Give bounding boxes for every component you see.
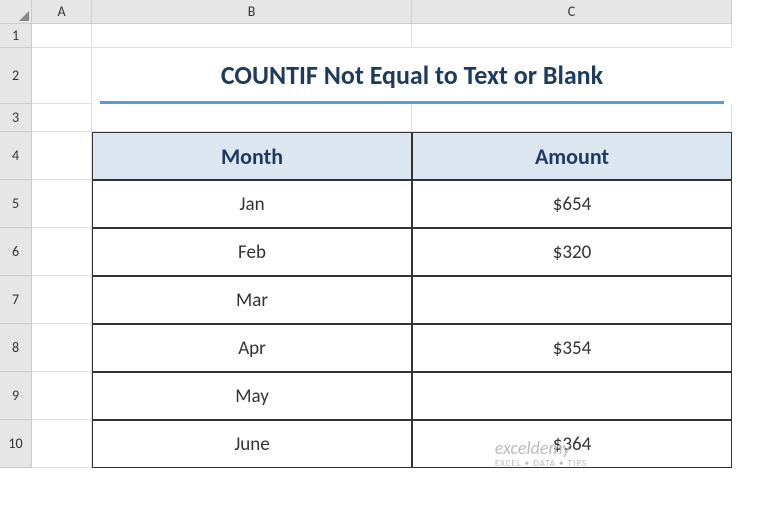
row-header-3[interactable]: 3 xyxy=(0,104,32,132)
cell-a9[interactable] xyxy=(32,372,92,420)
cell-a3[interactable] xyxy=(32,104,92,132)
row-header-1[interactable]: 1 xyxy=(0,24,32,48)
column-header-a[interactable]: A xyxy=(32,0,92,24)
table-row[interactable]: $364 xyxy=(412,420,732,468)
cell-a4[interactable] xyxy=(32,132,92,180)
page-title: COUNTIF Not Equal to Text or Blank xyxy=(100,48,724,104)
row-header-10[interactable]: 10 xyxy=(0,420,32,468)
table-row[interactable]: $320 xyxy=(412,228,732,276)
table-row[interactable]: May xyxy=(92,372,412,420)
table-row[interactable]: $654 xyxy=(412,180,732,228)
cell-a1[interactable] xyxy=(32,24,92,48)
cell-c1[interactable] xyxy=(412,24,732,48)
cell-b1[interactable] xyxy=(92,24,412,48)
table-row[interactable]: June xyxy=(92,420,412,468)
cell-a5[interactable] xyxy=(32,180,92,228)
cell-c3[interactable] xyxy=(412,104,732,132)
table-header-month[interactable]: Month xyxy=(92,132,412,180)
column-header-b[interactable]: B xyxy=(92,0,412,24)
table-row[interactable]: $354 xyxy=(412,324,732,372)
table-header-amount[interactable]: Amount xyxy=(412,132,732,180)
cell-a6[interactable] xyxy=(32,228,92,276)
table-row[interactable] xyxy=(412,276,732,324)
select-all-corner[interactable] xyxy=(0,0,32,24)
cell-a2[interactable] xyxy=(32,48,92,104)
row-header-5[interactable]: 5 xyxy=(0,180,32,228)
row-header-9[interactable]: 9 xyxy=(0,372,32,420)
table-row[interactable]: Jan xyxy=(92,180,412,228)
cell-a7[interactable] xyxy=(32,276,92,324)
spreadsheet-grid: A B C 1 2 COUNTIF Not Equal to Text or B… xyxy=(0,0,767,468)
cell-b3[interactable] xyxy=(92,104,412,132)
table-row[interactable] xyxy=(412,372,732,420)
table-row[interactable]: Mar xyxy=(92,276,412,324)
row-header-4[interactable]: 4 xyxy=(0,132,32,180)
row-header-2[interactable]: 2 xyxy=(0,48,32,104)
table-row[interactable]: Apr xyxy=(92,324,412,372)
row-header-7[interactable]: 7 xyxy=(0,276,32,324)
cell-a8[interactable] xyxy=(32,324,92,372)
cell-a10[interactable] xyxy=(32,420,92,468)
table-row[interactable]: Feb xyxy=(92,228,412,276)
row-header-8[interactable]: 8 xyxy=(0,324,32,372)
column-header-c[interactable]: C xyxy=(412,0,732,24)
row-header-6[interactable]: 6 xyxy=(0,228,32,276)
